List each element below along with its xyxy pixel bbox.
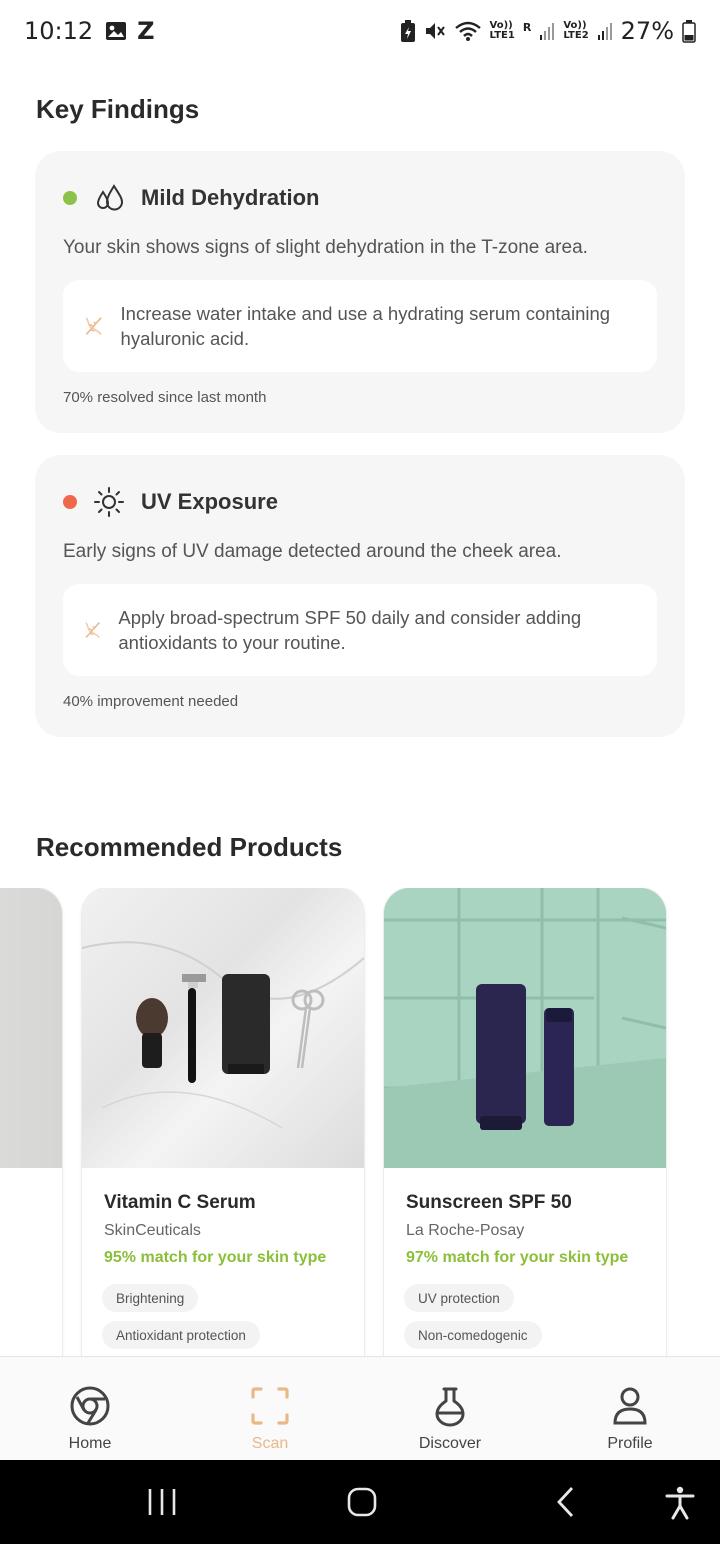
signal-1-icon [540, 23, 555, 40]
sunscreen-bottles-image [384, 888, 666, 1168]
accessibility-icon[interactable] [664, 1486, 696, 1520]
back-icon[interactable] [554, 1486, 578, 1518]
product-card-sunscreen[interactable]: Sunscreen SPF 50 La Roche-Posay 97% matc… [384, 888, 666, 1358]
sun-icon [94, 487, 124, 517]
nav-profile[interactable]: Profile [540, 1357, 720, 1460]
gallery-notification-icon [106, 22, 127, 40]
product-match: 97% match for your skin type [406, 1249, 629, 1266]
recent-apps-icon[interactable] [146, 1486, 178, 1518]
home-button-icon[interactable] [346, 1486, 380, 1518]
status-time: 10:12 [24, 17, 94, 45]
battery-percent: 27% [620, 17, 674, 45]
tip-box: Increase water intake and use a hydratin… [63, 280, 657, 372]
product-tag: Brightening [102, 1284, 199, 1312]
dna-icon [85, 317, 102, 335]
product-carousel[interactable]: Vitamin C Serum SkinCeuticals 95% match … [0, 888, 720, 1358]
finding-progress-text: 70% resolved since last month [63, 389, 267, 406]
signal-2-icon [597, 23, 612, 40]
grooming-kit-image [82, 941, 364, 1129]
finding-card-uv-exposure[interactable]: UV Exposure Early signs of UV damage det… [35, 455, 685, 737]
product-image [82, 888, 364, 1168]
nav-label: Home [68, 1435, 112, 1452]
tip-text: Apply broad-spectrum SPF 50 daily and co… [118, 607, 582, 653]
sim1-indicator: Vo)) LTE1 [489, 20, 515, 41]
finding-card-dehydration[interactable]: Mild Dehydration Your skin shows signs o… [35, 151, 685, 433]
product-tag: Non-comedogenic [404, 1321, 542, 1349]
dna-icon [85, 622, 100, 638]
nav-label: Discover [418, 1435, 482, 1452]
tip-box: Apply broad-spectrum SPF 50 daily and co… [63, 584, 657, 676]
wifi-icon [454, 21, 481, 41]
product-brand: SkinCeuticals [104, 1222, 201, 1239]
z-notification-icon: Z [137, 17, 155, 45]
product-card-partial[interactable] [0, 888, 62, 1358]
product-tag: UV protection [404, 1284, 514, 1312]
system-navigation-bar [0, 1460, 720, 1544]
key-findings-title: Key Findings [36, 94, 200, 124]
battery-icon [682, 20, 696, 43]
home-icon [70, 1386, 110, 1426]
sim2-indicator: Vo)) LTE2 [563, 20, 589, 41]
finding-title: Mild Dehydration [141, 185, 320, 210]
nav-home[interactable]: Home [0, 1357, 180, 1460]
status-dot-green [63, 191, 77, 205]
status-dot-red [63, 495, 77, 509]
product-match: 95% match for your skin type [104, 1249, 327, 1266]
product-brand: La Roche-Posay [406, 1222, 525, 1239]
nav-label: Profile [607, 1435, 653, 1452]
nav-scan[interactable]: Scan [180, 1357, 360, 1460]
water-drops-icon [96, 184, 124, 211]
flask-icon [435, 1387, 465, 1427]
tip-text: Increase water intake and use a hydratin… [120, 303, 611, 349]
scan-icon [251, 1387, 289, 1425]
product-name: Sunscreen SPF 50 [406, 1192, 572, 1213]
finding-description: Your skin shows signs of slight dehydrat… [63, 237, 588, 258]
product-image [384, 888, 666, 1168]
finding-description: Early signs of UV damage detected around… [63, 541, 562, 562]
recommended-products-title: Recommended Products [36, 832, 343, 862]
product-image [0, 888, 62, 1168]
profile-icon [613, 1387, 647, 1425]
product-card-vitamin-c[interactable]: Vitamin C Serum SkinCeuticals 95% match … [82, 888, 364, 1358]
finding-progress-text: 40% improvement needed [63, 693, 239, 710]
roaming-indicator: R [522, 21, 532, 34]
mute-icon [425, 23, 445, 39]
product-name: Vitamin C Serum [104, 1192, 256, 1213]
battery-saver-icon [400, 20, 415, 42]
finding-title: UV Exposure [141, 489, 278, 514]
product-tag: Antioxidant protection [102, 1321, 260, 1349]
status-bar: 10:12 Z Vo)) LTE1 R Vo)) LTE2 27% [0, 0, 720, 62]
bottom-navigation: Home Scan Discover Profile [0, 1356, 720, 1460]
nav-label: Scan [251, 1435, 289, 1452]
nav-discover[interactable]: Discover [360, 1357, 540, 1460]
